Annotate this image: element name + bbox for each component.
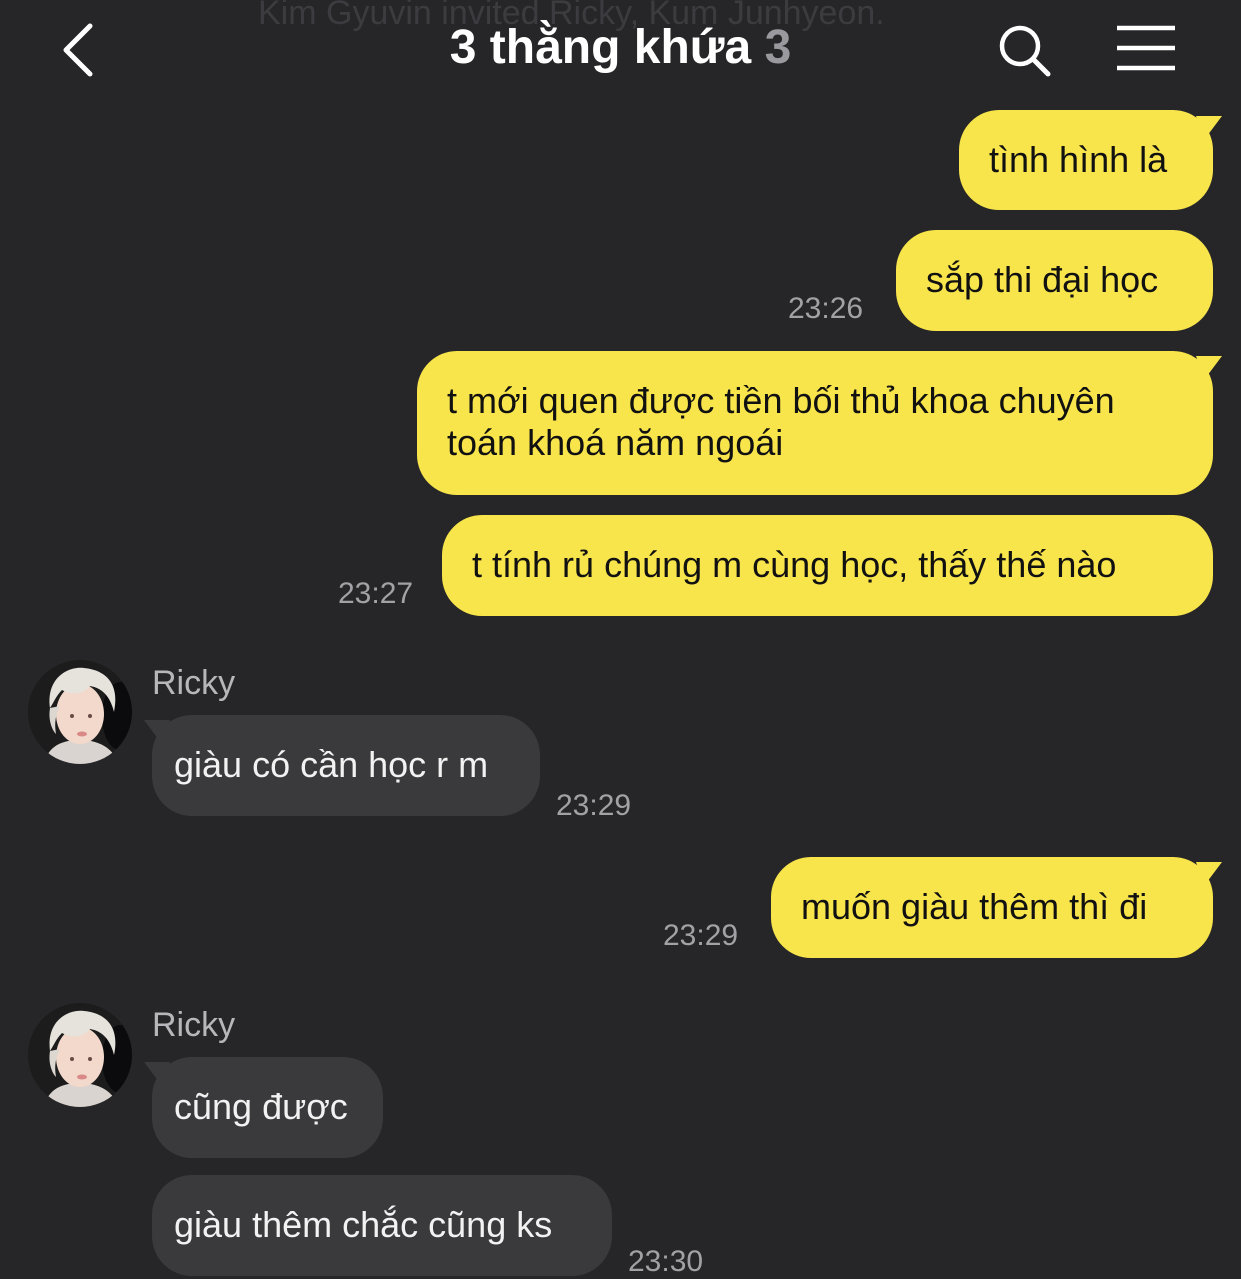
menu-button[interactable] xyxy=(1114,24,1178,74)
message-time: 23:29 xyxy=(663,919,739,952)
avatar[interactable] xyxy=(28,660,132,764)
profile-photo xyxy=(28,660,132,764)
search-icon xyxy=(999,25,1051,77)
message-time: 23:29 xyxy=(556,789,632,822)
message-text-line: t mới quen được tiền bối thủ khoa chuyên xyxy=(447,380,1115,421)
message-bubble-sent[interactable]: t mới quen được tiền bối thủ khoa chuyên… xyxy=(417,351,1213,495)
message-bubble-sent[interactable]: muốn giàu thêm thì đi xyxy=(771,857,1213,958)
chat-header: 3 thằng khứa 3 xyxy=(0,0,1241,100)
message-bubble-sent[interactable]: t tính rủ chúng m cùng học, thấy thế nào xyxy=(442,515,1213,616)
message-text: sắp thi đại học xyxy=(926,259,1159,300)
profile-photo xyxy=(28,1003,132,1107)
message-text: giàu thêm chắc cũng ks xyxy=(174,1204,553,1245)
message-time: 23:27 xyxy=(338,577,414,610)
message-text: tình hình là xyxy=(989,139,1168,180)
avatar[interactable] xyxy=(28,1003,132,1107)
chat-name: 3 thằng khứa xyxy=(449,21,752,74)
message-time: 23:30 xyxy=(628,1245,704,1278)
hamburger-menu-icon xyxy=(1117,25,1175,71)
sender-name: Ricky xyxy=(152,664,236,702)
message-text: muốn giàu thêm thì đi xyxy=(801,886,1148,927)
search-button[interactable] xyxy=(996,22,1052,78)
sender-name: Ricky xyxy=(152,1006,236,1044)
message-bubble-received[interactable]: giàu có cần học r m xyxy=(152,715,540,816)
chat-title: 3 thằng khứa 3 xyxy=(0,20,1241,75)
message-text: cũng được xyxy=(174,1086,348,1127)
message-bubble-received[interactable]: cũng được xyxy=(152,1057,383,1158)
message-text: giàu có cần học r m xyxy=(174,744,489,785)
message-text-line: toán khoá năm ngoái xyxy=(447,422,784,463)
message-bubble-sent[interactable]: tình hình là xyxy=(959,110,1213,210)
message-text: t tính rủ chúng m cùng học, thấy thế nào xyxy=(472,544,1117,585)
member-count: 3 xyxy=(764,21,792,74)
message-time: 23:26 xyxy=(788,292,864,325)
message-bubble-sent[interactable]: sắp thi đại học xyxy=(896,230,1213,331)
